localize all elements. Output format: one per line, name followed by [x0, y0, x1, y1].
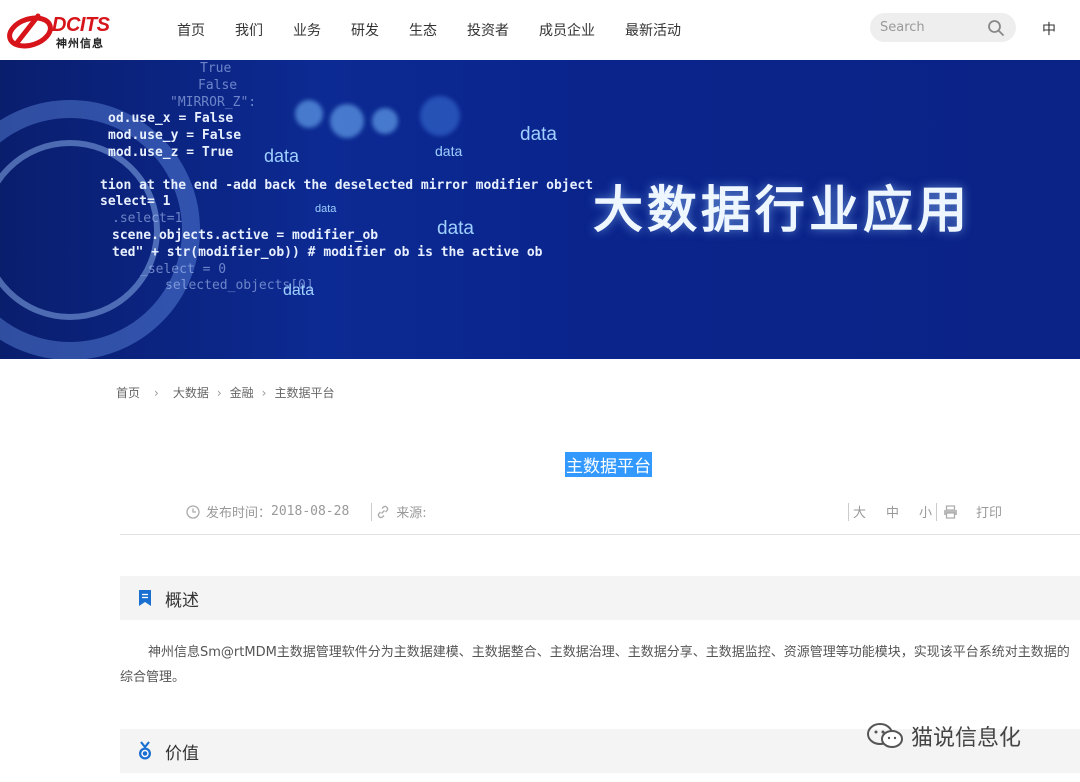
section-overview-body: 神州信息Sm@rtMDM主数据管理软件分为主数据建模、主数据整合、主数据治理、主… [120, 645, 1070, 685]
nav-item-events[interactable]: 最新活动 [625, 20, 681, 40]
banner-bokeh [420, 96, 460, 136]
banner-code-line: od.use_x = False [108, 111, 234, 126]
chevron-right-icon: › [154, 385, 159, 400]
main-nav: 首页 我们 业务 研发 生态 投资者 成员企业 最新活动 [162, 0, 696, 60]
article-meta: 发布时间： 2018-08-28 来源: [186, 502, 427, 521]
chevron-right-icon: › [261, 385, 267, 400]
nav-item-about[interactable]: 我们 [235, 20, 263, 40]
wechat-icon [867, 723, 903, 748]
language-switch[interactable]: 中 [1042, 19, 1056, 39]
tools-divider [936, 502, 938, 521]
clock-icon [186, 504, 200, 519]
nav-item-home[interactable]: 首页 [177, 20, 205, 40]
source-label: 来源: [396, 506, 427, 521]
banner-data-word: data [435, 143, 463, 159]
font-size-large-button[interactable]: 大 [853, 502, 866, 521]
banner-code-line: "MIRROR_Z": [170, 95, 257, 110]
banner-data-word: data [520, 124, 557, 145]
wechat-watermark: 猫说信息化 [865, 720, 1021, 752]
banner-data-word: data [264, 146, 300, 166]
banner-bokeh [330, 104, 364, 138]
section-title-value: 价值 [165, 743, 199, 764]
banner-data-word: data [283, 282, 315, 299]
chevron-right-icon: › [216, 385, 222, 400]
nav-item-members[interactable]: 成员企业 [539, 20, 595, 40]
meta-divider-line [120, 534, 1080, 535]
banner-code-line: True [200, 61, 232, 76]
font-size-small-button[interactable]: 小 [919, 502, 932, 521]
nav-item-business[interactable]: 业务 [293, 20, 321, 40]
banner-code-line: select= 1 [100, 194, 171, 209]
banner-code-line: scene.objects.active = modifier_ob [112, 228, 379, 243]
banner-code-line: _select = 0 [140, 262, 227, 277]
nav-item-rnd[interactable]: 研发 [351, 20, 379, 40]
banner-data-word: data [315, 203, 337, 215]
meta-divider [371, 502, 373, 521]
link-icon [378, 505, 389, 518]
publish-label: 发布时间： [206, 506, 272, 521]
medal-icon [139, 741, 151, 760]
banner-code-line: mod.use_y = False [108, 128, 242, 143]
font-size-medium-button[interactable]: 中 [886, 502, 899, 521]
banner-code-line: ted" + str(modifier_ob)) # modifier ob i… [112, 245, 543, 260]
publish-date: 2018-08-28 [271, 504, 350, 519]
banner-title: 大数据行业应用 [593, 181, 971, 239]
search-input[interactable] [880, 13, 984, 42]
section-title-overview: 概述 [165, 590, 199, 611]
watermark-text: 猫说信息化 [911, 726, 1022, 751]
bookmark-icon [139, 590, 151, 606]
banner-data-word: data [437, 218, 474, 239]
search-box [870, 13, 1016, 42]
logo-text-cn: 神州信息 [56, 37, 104, 50]
breadcrumb-finance[interactable]: 金融 [230, 384, 254, 401]
hero-banner: True False "MIRROR_Z": od.use_x = False … [0, 60, 1080, 359]
nav-item-investors[interactable]: 投资者 [467, 20, 509, 40]
nav-item-ecosystem[interactable]: 生态 [409, 20, 437, 40]
print-button[interactable]: 打印 [976, 502, 1002, 521]
article-tools: 大 中 小 打印 [846, 502, 1012, 521]
dcits-logo[interactable]: DCITS 神州信息 [6, 10, 118, 50]
banner-code-line: tion at the end -add back the deselected… [100, 178, 594, 193]
logo-swirl-icon [7, 13, 53, 49]
site-header: DCITS 神州信息 首页 我们 业务 研发 生态 投资者 成员企业 最新活动 … [0, 0, 1080, 60]
search-icon[interactable] [987, 19, 1005, 37]
printer-icon[interactable] [943, 504, 958, 519]
banner-bokeh [295, 100, 323, 128]
breadcrumb: 首页 › 大数据 › 金融 › 主数据平台 [116, 384, 335, 401]
banner-bokeh [372, 108, 398, 134]
banner-code-line: .select=1 [112, 211, 183, 226]
article-title: 主数据平台 [565, 452, 652, 477]
breadcrumb-home[interactable]: 首页 [116, 384, 140, 401]
section-overview-header: 概述 [120, 576, 1080, 620]
breadcrumb-current: 主数据平台 [274, 386, 335, 400]
breadcrumb-bigdata[interactable]: 大数据 [173, 384, 209, 401]
banner-code-line: False [198, 78, 238, 93]
tools-divider [848, 502, 849, 521]
banner-code-line: mod.use_z = True [108, 145, 234, 160]
logo-text-en: DCITS [52, 14, 110, 36]
